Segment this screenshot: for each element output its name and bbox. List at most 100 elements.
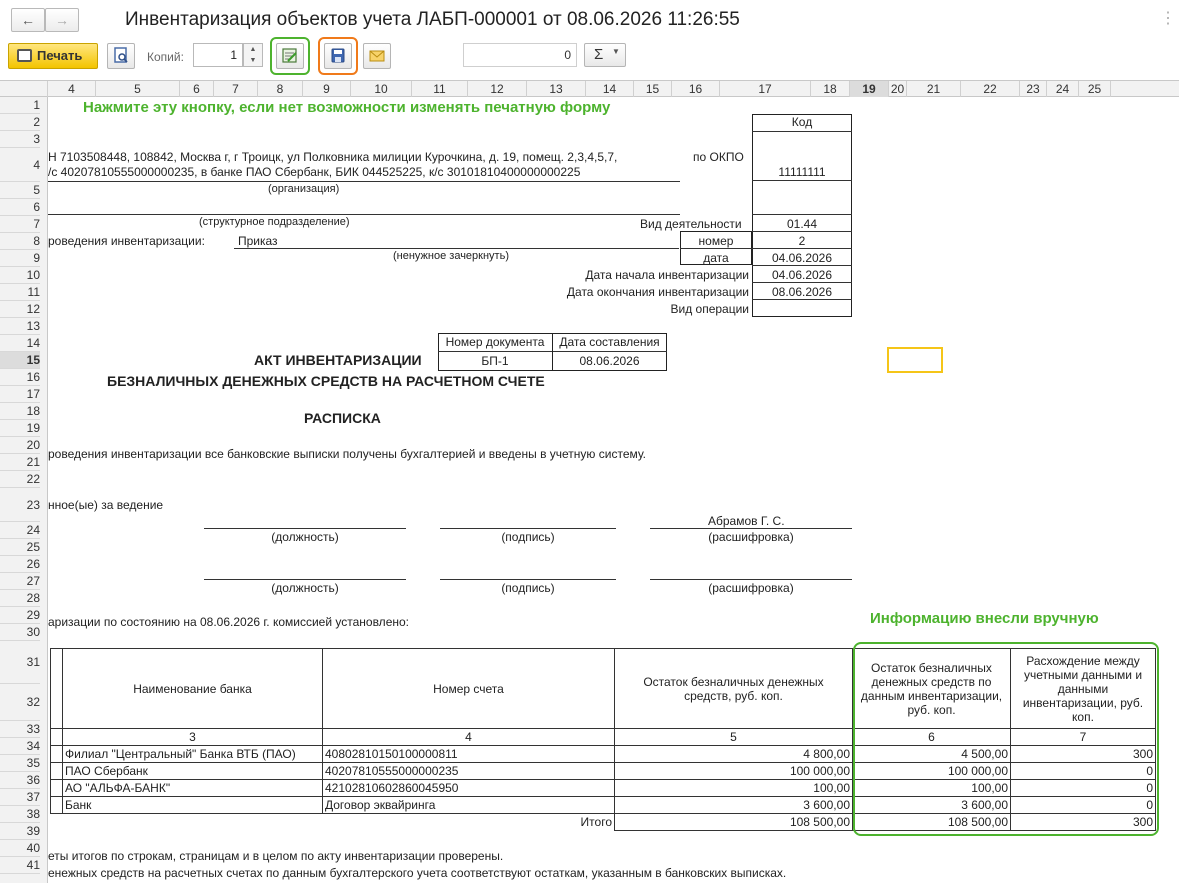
row-header-2[interactable]: 2: [0, 114, 40, 131]
activity-label: Вид деятельности: [640, 217, 742, 231]
column-header-14[interactable]: 14: [586, 81, 634, 97]
sum-field[interactable]: 0: [463, 43, 577, 67]
row-header-29[interactable]: 29: [0, 607, 40, 624]
table-cell: 5: [614, 728, 853, 746]
table-cell: [50, 728, 63, 746]
row-header-28[interactable]: 28: [0, 590, 40, 607]
row-header-17[interactable]: 17: [0, 386, 40, 403]
stepper-up-icon[interactable]: ▲: [244, 44, 262, 55]
column-header-4[interactable]: 4: [48, 81, 96, 97]
selected-cell[interactable]: [887, 347, 943, 373]
print-button[interactable]: Печать: [8, 43, 98, 69]
row-header-38[interactable]: 38: [0, 806, 40, 823]
column-header-11[interactable]: 11: [412, 81, 468, 97]
row-header-15[interactable]: 15: [0, 352, 40, 369]
row-header-23[interactable]: 23: [0, 488, 40, 522]
more-menu-icon[interactable]: ⋮: [1160, 8, 1176, 28]
organization-caption: (организация): [268, 183, 340, 195]
back-button[interactable]: ←: [11, 8, 45, 32]
copies-input[interactable]: 1: [193, 43, 243, 67]
activity-value: 01.44: [786, 217, 818, 231]
column-header-20[interactable]: 20: [889, 81, 907, 97]
table-header-cell: [50, 648, 63, 729]
row-header-24[interactable]: 24: [0, 522, 40, 539]
row-header-32[interactable]: 32: [0, 684, 40, 721]
operation-label: Вид операции: [670, 302, 749, 316]
row-header-37[interactable]: 37: [0, 789, 40, 806]
row-header-27[interactable]: 27: [0, 573, 40, 590]
code-box-divider: [752, 299, 852, 300]
signature-caption: (подпись): [501, 530, 555, 544]
spreadsheet-document[interactable]: Нажмите эту кнопку, если нет возможности…: [48, 97, 1179, 883]
column-header-16[interactable]: 16: [672, 81, 720, 97]
row-header-34[interactable]: 34: [0, 738, 40, 755]
decode-caption: (расшифровка): [708, 581, 794, 595]
row-header-30[interactable]: 30: [0, 624, 40, 641]
row-header-22[interactable]: 22: [0, 471, 40, 488]
row-header-6[interactable]: 6: [0, 199, 40, 216]
code-box-divider: [752, 214, 852, 215]
sigma-icon: Σ: [594, 46, 604, 63]
edit-form-button[interactable]: [276, 43, 304, 69]
row-header-14[interactable]: 14: [0, 335, 40, 352]
row-header-5[interactable]: 5: [0, 182, 40, 199]
signature-caption: (подпись): [501, 581, 555, 595]
row-header-9[interactable]: 9: [0, 250, 40, 267]
row-header-8[interactable]: 8: [0, 233, 40, 250]
forward-button[interactable]: →: [45, 8, 79, 32]
row-header-25[interactable]: 25: [0, 539, 40, 556]
row-header-31[interactable]: 31: [0, 641, 40, 684]
row-header-4[interactable]: 4: [0, 148, 40, 182]
row-header-19[interactable]: 19: [0, 420, 40, 437]
row-header-26[interactable]: 26: [0, 556, 40, 573]
row-header-41[interactable]: 41: [0, 857, 40, 874]
row-header-7[interactable]: 7: [0, 216, 40, 233]
chevron-down-icon: ▼: [612, 47, 620, 56]
column-header-7[interactable]: 7: [214, 81, 258, 97]
row-header-39[interactable]: 39: [0, 823, 40, 840]
row-header-16[interactable]: 16: [0, 369, 40, 386]
envelope-icon: [369, 50, 385, 62]
row-header-3[interactable]: 3: [0, 131, 40, 148]
row-header-12[interactable]: 12: [0, 301, 40, 318]
responsible-label: нное(ые) за ведение: [48, 498, 164, 512]
column-header-17[interactable]: 17: [720, 81, 811, 97]
column-header-19[interactable]: 19: [850, 81, 889, 97]
column-header-10[interactable]: 10: [351, 81, 412, 97]
copies-stepper[interactable]: ▲ ▼: [243, 43, 263, 67]
column-header-6[interactable]: 6: [180, 81, 214, 97]
save-button[interactable]: [324, 43, 352, 69]
row-header-40[interactable]: 40: [0, 840, 40, 857]
row-header-18[interactable]: 18: [0, 403, 40, 420]
row-header-20[interactable]: 20: [0, 437, 40, 454]
doc-date-value: 08.06.2026: [579, 354, 640, 368]
start-date-value: 04.06.2026: [771, 268, 833, 282]
row-header-10[interactable]: 10: [0, 267, 40, 284]
send-email-button[interactable]: [363, 43, 391, 69]
row-header-36[interactable]: 36: [0, 772, 40, 789]
basis-underline: [234, 248, 679, 249]
column-header-12[interactable]: 12: [468, 81, 527, 97]
end-date-label: Дата окончания инвентаризации: [566, 285, 749, 299]
row-header-35[interactable]: 35: [0, 755, 40, 772]
column-header-5[interactable]: 5: [96, 81, 180, 97]
row-header-1[interactable]: 1: [0, 97, 40, 114]
copies-label: Копий:: [147, 50, 184, 64]
column-header-21[interactable]: 21: [907, 81, 961, 97]
preview-button[interactable]: [107, 43, 135, 69]
row-header-11[interactable]: 11: [0, 284, 40, 301]
column-header-22[interactable]: 22: [961, 81, 1020, 97]
column-header-23[interactable]: 23: [1020, 81, 1047, 97]
column-header-18[interactable]: 18: [811, 81, 850, 97]
column-header-8[interactable]: 8: [258, 81, 303, 97]
row-header-21[interactable]: 21: [0, 454, 40, 471]
column-header-13[interactable]: 13: [527, 81, 586, 97]
column-header-9[interactable]: 9: [303, 81, 351, 97]
column-header-15[interactable]: 15: [634, 81, 672, 97]
column-header-25[interactable]: 25: [1079, 81, 1111, 97]
sum-menu-button[interactable]: Σ ▼: [584, 43, 626, 67]
row-header-33[interactable]: 33: [0, 721, 40, 738]
stepper-down-icon[interactable]: ▼: [244, 55, 262, 66]
column-header-24[interactable]: 24: [1047, 81, 1079, 97]
row-header-13[interactable]: 13: [0, 318, 40, 335]
